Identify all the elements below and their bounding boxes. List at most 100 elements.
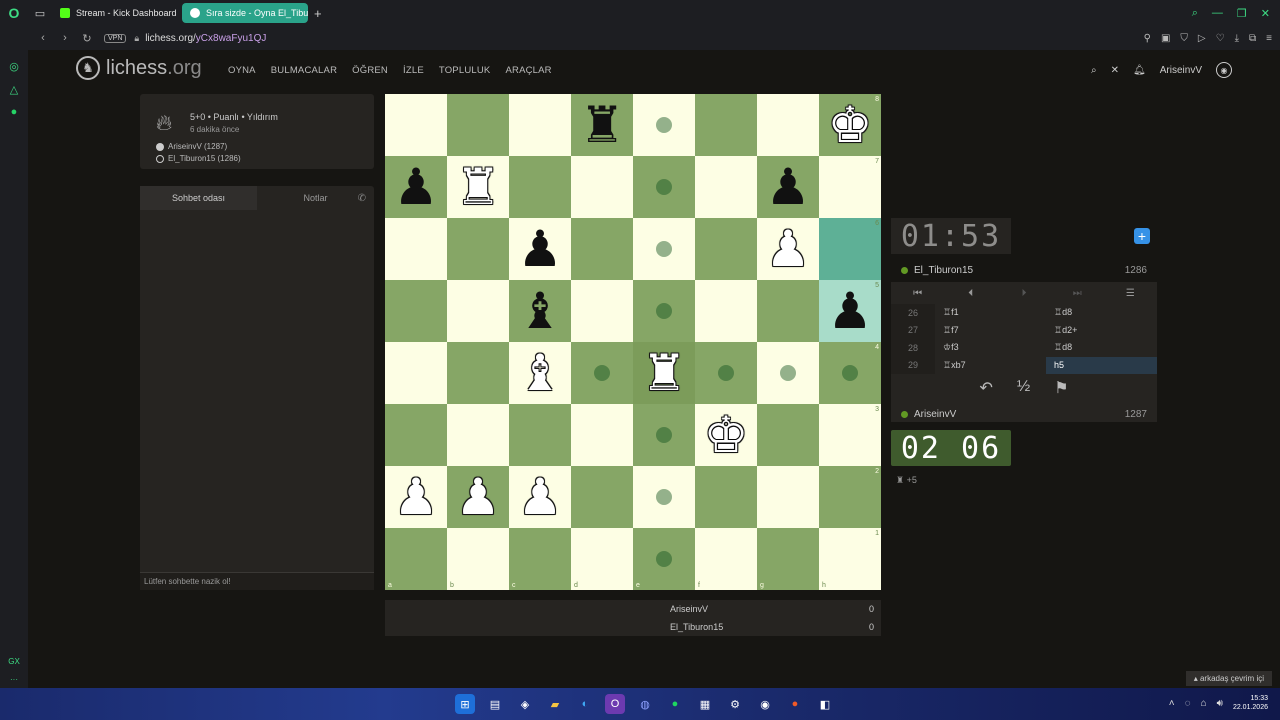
square-f2[interactable] xyxy=(695,466,757,528)
square-a4[interactable] xyxy=(385,342,447,404)
last-move-icon[interactable]: ⏭ xyxy=(1051,288,1104,299)
square-e2[interactable] xyxy=(633,466,695,528)
square-g5[interactable] xyxy=(757,280,819,342)
nav-tools[interactable]: ARAÇLAR xyxy=(505,65,551,76)
new-tab-button[interactable]: + xyxy=(314,6,322,21)
black-rook-piece[interactable]: ♜ xyxy=(580,100,625,150)
white-move[interactable]: ♖f1 xyxy=(935,307,1046,318)
square-e1[interactable]: e xyxy=(633,528,695,590)
black-pawn-piece[interactable]: ♟ xyxy=(766,162,811,212)
square-b3[interactable] xyxy=(447,404,509,466)
square-a6[interactable] xyxy=(385,218,447,280)
vpn-badge[interactable]: VPN xyxy=(104,33,127,43)
square-h5[interactable]: ♟ 5 xyxy=(819,280,881,342)
square-a7[interactable]: ♟ xyxy=(385,156,447,218)
opponent-name-bar[interactable]: El_Tiburon15 1286 xyxy=(891,258,1157,282)
square-h4[interactable]: 4 xyxy=(819,342,881,404)
square-g6[interactable]: ♟ xyxy=(757,218,819,280)
square-c1[interactable]: c xyxy=(509,528,571,590)
maximize-icon[interactable]: ❐ xyxy=(1237,7,1247,20)
square-d3[interactable] xyxy=(571,404,633,466)
square-f5[interactable] xyxy=(695,280,757,342)
black-bishop-piece[interactable]: ♝ xyxy=(518,286,563,336)
my-name-bar[interactable]: AriseinvV 1287 xyxy=(891,402,1157,426)
square-f6[interactable] xyxy=(695,218,757,280)
shield-icon[interactable]: ⛉ xyxy=(1180,33,1188,44)
heart-icon[interactable]: ♡ xyxy=(1216,33,1225,44)
chat-input[interactable]: Lütfen sohbette nazik ol! xyxy=(140,572,374,590)
gx-icon[interactable]: GX xyxy=(0,657,28,666)
legal-move-dot[interactable] xyxy=(656,179,672,195)
legal-move-dot[interactable] xyxy=(718,365,734,381)
friends-online-badge[interactable]: ▴ arkadaş çevrim içi xyxy=(1185,671,1272,686)
windows-start-icon[interactable]: ⊞ xyxy=(455,694,475,714)
draw-offer-button[interactable]: ½ xyxy=(1017,378,1030,398)
settings-gear-icon[interactable]: ⚙ xyxy=(725,694,745,714)
square-h7[interactable]: 7 xyxy=(819,156,881,218)
white-player-info[interactable]: AriseinvV (1287) xyxy=(156,142,227,151)
system-clock[interactable]: 15:33 22.01.2026 xyxy=(1233,694,1268,712)
square-c5[interactable]: ♝ xyxy=(509,280,571,342)
back-icon[interactable]: ‹ xyxy=(34,32,52,44)
forward-icon[interactable]: › xyxy=(56,32,74,44)
white-king-piece[interactable]: ♚ xyxy=(704,410,749,460)
url-field[interactable]: lichess.org/yCx8waFyu1QJ xyxy=(145,33,266,44)
square-h8[interactable]: ♚ 8 xyxy=(819,94,881,156)
square-a8[interactable] xyxy=(385,94,447,156)
square-b4[interactable] xyxy=(447,342,509,404)
square-g4[interactable] xyxy=(757,342,819,404)
store-icon[interactable]: ▦ xyxy=(695,694,715,714)
app-red-icon[interactable]: ● xyxy=(785,694,805,714)
black-move[interactable]: ♖d8 xyxy=(1046,342,1157,353)
legal-move-dot[interactable] xyxy=(656,117,672,133)
legal-move-dot[interactable] xyxy=(656,241,672,257)
lock-icon[interactable]: 🔒︎ xyxy=(134,33,139,44)
square-e6[interactable] xyxy=(633,218,695,280)
square-d8[interactable]: ♜ xyxy=(571,94,633,156)
square-f8[interactable] xyxy=(695,94,757,156)
takeback-icon[interactable]: ↶ xyxy=(979,378,992,398)
resign-flag-icon[interactable]: ⚑ xyxy=(1054,378,1068,398)
square-b7[interactable]: ♜ xyxy=(447,156,509,218)
discord-icon[interactable]: ◍ xyxy=(635,694,655,714)
legal-move-dot[interactable] xyxy=(656,551,672,567)
task-view-icon[interactable]: ▤ xyxy=(485,694,505,714)
black-player-info[interactable]: El_Tiburon15 (1286) xyxy=(156,154,241,163)
more-icon[interactable]: ··· xyxy=(0,675,28,684)
minimize-icon[interactable]: — xyxy=(1212,7,1223,20)
nav-puzzles[interactable]: BULMACALAR xyxy=(271,65,337,76)
square-b1[interactable]: b xyxy=(447,528,509,590)
square-c4[interactable]: ♝ xyxy=(509,342,571,404)
next-move-icon[interactable]: ⏵ xyxy=(997,288,1050,299)
square-d4[interactable] xyxy=(571,342,633,404)
square-g8[interactable] xyxy=(757,94,819,156)
white-king-piece[interactable]: ♚ xyxy=(828,100,873,150)
tab-notes[interactable]: Notlar ✆ xyxy=(257,186,374,210)
white-pawn-piece[interactable]: ♟ xyxy=(394,472,439,522)
legal-move-dot[interactable] xyxy=(656,427,672,443)
white-pawn-piece[interactable]: ♟ xyxy=(456,472,501,522)
browser-tab-lichess[interactable]: Sıra sizde - Oyna El_Tiburon ✕ xyxy=(182,3,308,23)
download-icon[interactable]: ⤓ xyxy=(1235,33,1239,44)
legal-move-dot[interactable] xyxy=(842,365,858,381)
extensions-icon[interactable]: ⧉ xyxy=(1249,33,1256,44)
square-g2[interactable] xyxy=(757,466,819,528)
square-h3[interactable]: 3 xyxy=(819,404,881,466)
prev-move-icon[interactable]: ⏴ xyxy=(944,288,997,299)
square-e5[interactable] xyxy=(633,280,695,342)
phone-icon[interactable]: ✆ xyxy=(358,193,366,204)
edge-icon[interactable]: ◐ xyxy=(575,694,595,714)
snapshot-icon[interactable]: ▣ xyxy=(1161,33,1170,44)
square-b8[interactable] xyxy=(447,94,509,156)
nav-watch[interactable]: İZLE xyxy=(403,65,424,76)
white-rook-piece[interactable]: ♜ xyxy=(456,162,501,212)
play-icon[interactable]: ▷ xyxy=(1198,33,1206,44)
white-move[interactable]: ♖f7 xyxy=(935,325,1046,336)
chess-board[interactable]: ♜ ♚ 8 ♟ ♜ ♟ 7 ♟ ♟ 6 ♝ ♟ 5 ♝ ♜ 4 ♚ 3 ♟ ♟ ♟ 2 a b c d e f g 1 h xyxy=(385,94,881,590)
square-b2[interactable]: ♟ xyxy=(447,466,509,528)
white-move[interactable]: ♔f3 xyxy=(935,342,1046,353)
spotify-icon[interactable]: ● xyxy=(665,694,685,714)
black-move[interactable]: ♖d2+ xyxy=(1046,325,1157,336)
square-h6[interactable]: 6 xyxy=(819,218,881,280)
square-d5[interactable] xyxy=(571,280,633,342)
